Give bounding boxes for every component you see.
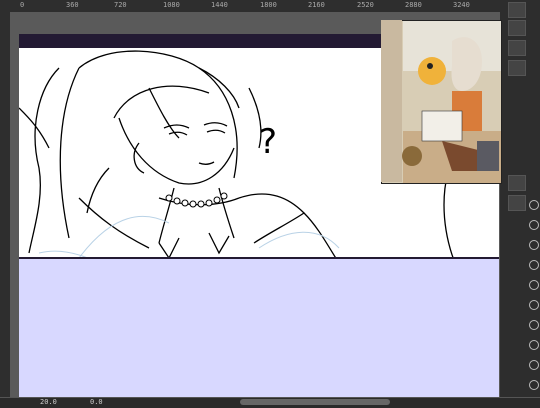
- visibility-eye-icon[interactable]: [529, 280, 539, 290]
- folder-icon[interactable]: [508, 195, 526, 211]
- ruler-label: 3240: [453, 1, 470, 9]
- visibility-eye-icon[interactable]: [529, 300, 539, 310]
- ruler-label: 360: [66, 1, 79, 9]
- angle-value[interactable]: 0.0: [90, 398, 103, 406]
- visibility-eye-icon[interactable]: [529, 220, 539, 230]
- visibility-eye-icon[interactable]: [529, 360, 539, 370]
- visibility-eye-icon[interactable]: [529, 240, 539, 250]
- visibility-eye-icon[interactable]: [529, 380, 539, 390]
- panel-button[interactable]: [508, 2, 526, 18]
- ruler-label: 2160: [308, 1, 325, 9]
- ruler-label: 1080: [163, 1, 180, 9]
- ruler-label: 1800: [260, 1, 277, 9]
- navigator-scroll-strip[interactable]: [381, 20, 402, 182]
- ruler-label: 0: [20, 1, 25, 9]
- lower-panel-area: [19, 259, 499, 400]
- panel-button[interactable]: [508, 40, 526, 56]
- panel-button[interactable]: [508, 175, 526, 191]
- ruler-label: 1440: [211, 1, 228, 9]
- visibility-eye-icon[interactable]: [529, 340, 539, 350]
- visibility-eye-icon[interactable]: [529, 200, 539, 210]
- panel-button[interactable]: [508, 60, 526, 76]
- ruler-label: 2520: [357, 1, 374, 9]
- visibility-eye-icon[interactable]: [529, 320, 539, 330]
- horizontal-scrollbar[interactable]: [240, 399, 390, 405]
- panel-border-top: [19, 34, 389, 48]
- ruler-label: 2880: [405, 1, 422, 9]
- ruler-label: 720: [114, 1, 127, 9]
- visibility-eye-icon[interactable]: [529, 260, 539, 270]
- zoom-value[interactable]: 20.0: [40, 398, 57, 406]
- question-mark: ?: [259, 122, 277, 162]
- panel-button[interactable]: [508, 20, 526, 36]
